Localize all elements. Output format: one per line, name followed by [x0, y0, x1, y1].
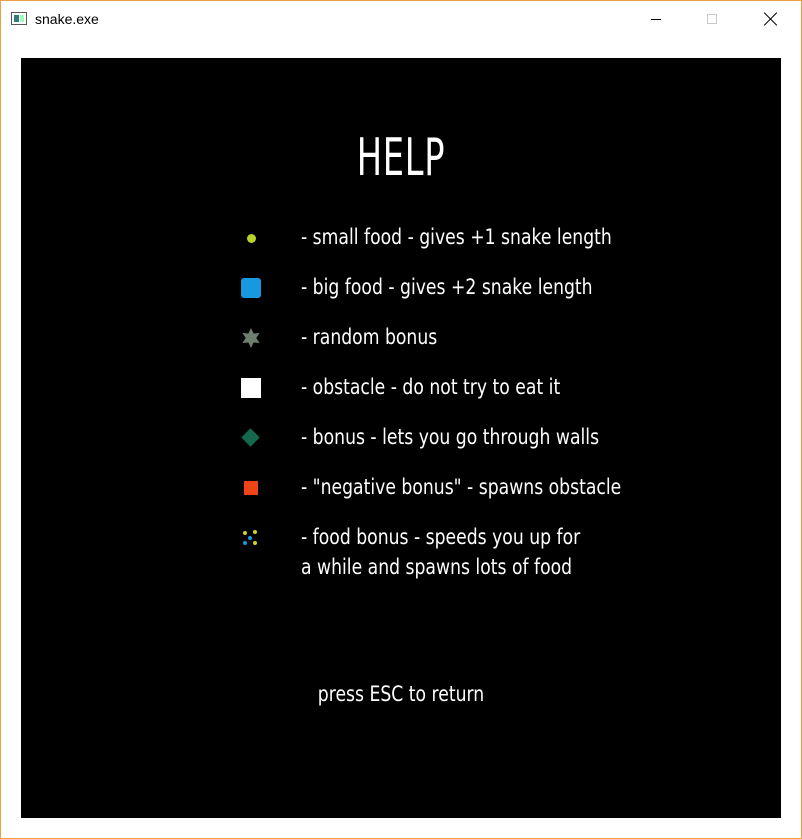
help-item-negative-bonus: - "negative bonus" - spawns obstacle: [21, 473, 781, 503]
title-bar[interactable]: snake.exe: [1, 1, 801, 39]
maximize-icon: [707, 14, 717, 24]
help-item-obstacle: - obstacle - do not try to eat it: [21, 373, 781, 403]
help-item-text: - small food - gives +1 snake length: [301, 225, 612, 249]
help-item-text: - food bonus - speeds you up for: [301, 525, 581, 549]
wall-pass-bonus-icon: [241, 428, 260, 447]
help-item-random-bonus: - random bonus: [21, 323, 781, 353]
help-item-wall-bonus: - bonus - lets you go through walls: [21, 423, 781, 453]
return-hint: press ESC to return: [317, 682, 485, 706]
close-icon: [764, 12, 778, 26]
help-item-small-food: - small food - gives +1 snake length: [21, 223, 781, 253]
help-item-text: - random bonus: [301, 325, 438, 349]
small-food-icon: [247, 234, 256, 243]
help-item-text: - bonus - lets you go through walls: [301, 425, 600, 449]
window-title: snake.exe: [35, 11, 99, 27]
help-item-text: - big food - gives +2 snake length: [301, 275, 593, 299]
big-food-icon: [241, 278, 261, 298]
help-item-food-bonus: - food bonus - speeds you up for a while…: [21, 523, 781, 583]
app-icon[interactable]: [11, 12, 27, 25]
random-bonus-icon: [242, 328, 260, 348]
negative-bonus-icon: [244, 481, 258, 495]
game-canvas[interactable]: HELP - small food - gives +1 snake lengt…: [21, 58, 781, 818]
maximize-button[interactable]: [689, 1, 735, 39]
minimize-icon: [651, 19, 661, 20]
food-bonus-icon: [243, 530, 259, 546]
help-item-text-continued: a while and spawns lots of food: [301, 555, 573, 579]
help-item-text: - obstacle - do not try to eat it: [301, 375, 561, 399]
obstacle-icon: [241, 378, 261, 398]
close-button[interactable]: [747, 1, 793, 39]
minimize-button[interactable]: [633, 1, 679, 39]
help-title: HELP: [356, 128, 446, 188]
help-item-big-food: - big food - gives +2 snake length: [21, 273, 781, 303]
help-item-text: - "negative bonus" - spawns obstacle: [301, 475, 622, 499]
